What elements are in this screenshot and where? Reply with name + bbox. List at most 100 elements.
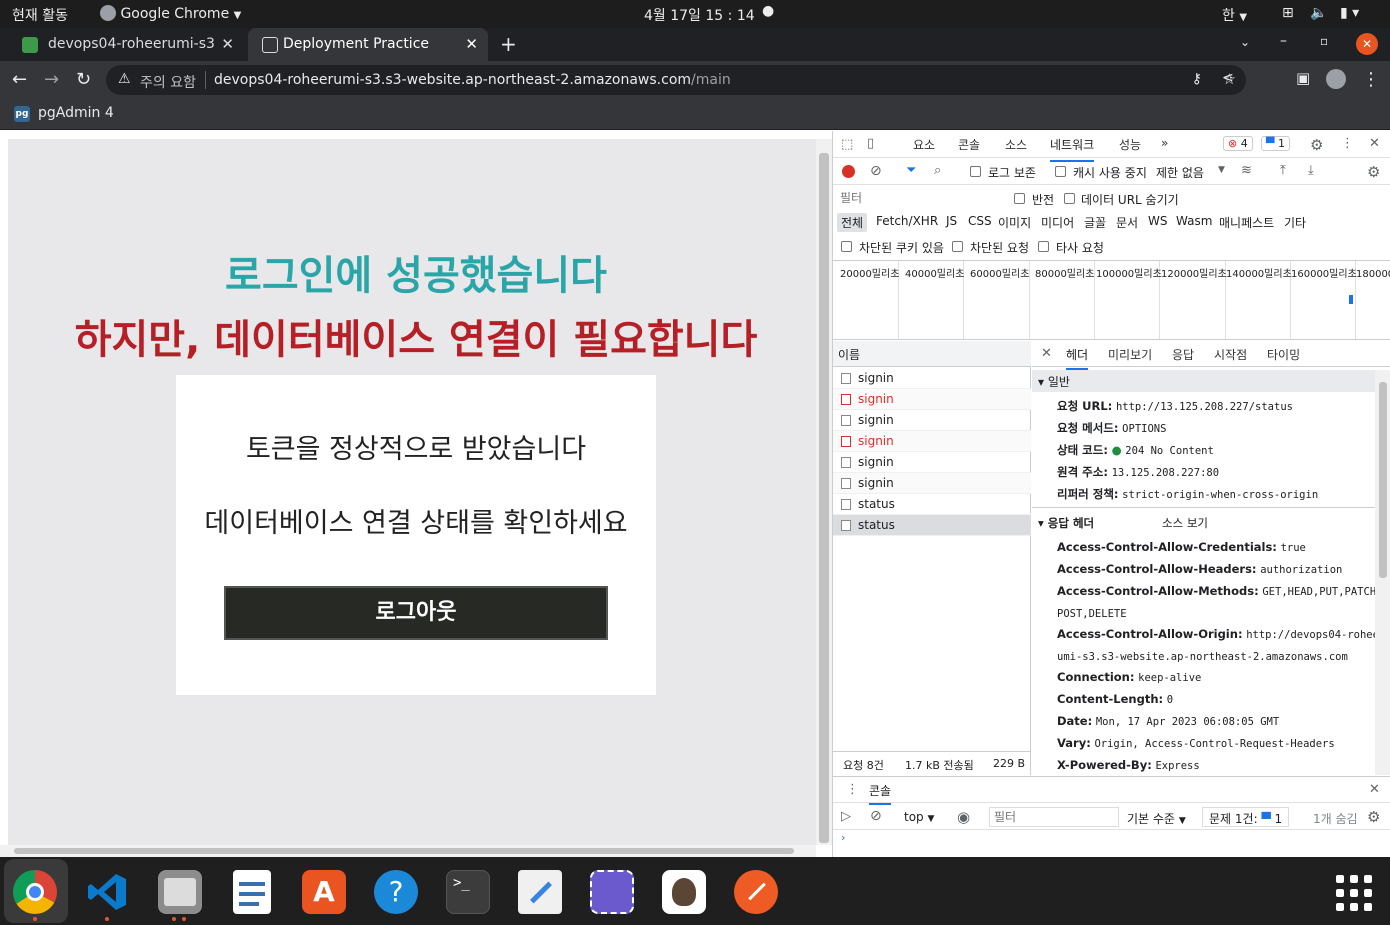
clear-console-icon[interactable]: ⊘ xyxy=(870,808,882,824)
network-icon[interactable]: ⊞ xyxy=(1282,5,1294,21)
filter-type-all[interactable]: 전체 xyxy=(837,213,868,232)
back-icon[interactable]: ← xyxy=(12,69,27,90)
battery-icon[interactable]: ▮ ▾ xyxy=(1340,5,1359,21)
more-tabs-icon[interactable]: » xyxy=(1161,136,1168,150)
activities-button[interactable]: 현재 활동 xyxy=(12,5,68,25)
address-bar[interactable]: ⚠ 주의 요함 devops04-roheerumi-s3.s3-website… xyxy=(106,65,1246,95)
new-tab-icon[interactable]: + xyxy=(500,32,517,56)
bookmark-pgadmin[interactable]: pgAdmin 4 xyxy=(38,105,114,121)
filter-type-doc[interactable]: 문서 xyxy=(1116,214,1138,231)
filter-type-fetch[interactable]: Fetch/XHR xyxy=(876,214,938,228)
search-icon[interactable]: ⌕ xyxy=(934,163,941,178)
record-icon[interactable] xyxy=(842,165,855,178)
clear-icon[interactable]: ⊘ xyxy=(870,163,882,179)
scroll-thumb[interactable] xyxy=(14,848,794,854)
reload-icon[interactable]: ↻ xyxy=(76,69,91,90)
kebab-menu-icon[interactable]: ⋮ xyxy=(1362,69,1380,90)
general-section-header[interactable]: ▾ 일반 xyxy=(1032,370,1375,392)
name-column-header[interactable]: 이름 xyxy=(833,341,1031,367)
request-row[interactable]: signin xyxy=(833,368,1031,389)
messages-badge[interactable]: ▀ 1 xyxy=(1261,136,1290,151)
hide-data-urls-checkbox[interactable] xyxy=(1064,193,1075,204)
side-panel-icon[interactable]: ▣ xyxy=(1296,69,1310,87)
profile-avatar[interactable] xyxy=(1326,69,1346,89)
filter-type-media[interactable]: 미디어 xyxy=(1041,214,1074,231)
network-overview-timeline[interactable]: 20000밀리초 40000밀리초 60000밀리초 80000밀리초 1000… xyxy=(833,261,1390,340)
filter-type-manifest[interactable]: 매니페스트 xyxy=(1219,214,1274,231)
detail-scrollbar[interactable] xyxy=(1375,370,1390,775)
inspect-element-icon[interactable]: ⬚ xyxy=(841,137,853,152)
request-row[interactable]: status xyxy=(833,494,1031,515)
close-devtools-icon[interactable]: ✕ xyxy=(1369,136,1380,151)
terminal-icon[interactable]: >_ xyxy=(446,870,490,914)
tab-console[interactable]: 콘솔 xyxy=(958,136,980,153)
drawer-menu-icon[interactable]: ⋮ xyxy=(846,782,859,797)
chrome-icon[interactable] xyxy=(13,870,57,914)
import-har-icon[interactable]: ⤒ xyxy=(1280,163,1286,178)
invert-checkbox[interactable] xyxy=(1014,193,1025,204)
tab-elements[interactable]: 요소 xyxy=(913,136,935,153)
security-warning[interactable]: 주의 요함 xyxy=(140,72,196,92)
third-party-checkbox[interactable] xyxy=(1038,241,1049,252)
blocked-cookies-checkbox[interactable] xyxy=(841,241,852,252)
tab-initiator[interactable]: 시작점 xyxy=(1214,346,1247,363)
dbeaver-icon[interactable] xyxy=(662,870,706,914)
network-settings-icon[interactable]: ⚙ xyxy=(1367,163,1380,181)
scroll-thumb[interactable] xyxy=(819,153,829,843)
scroll-thumb[interactable] xyxy=(1379,382,1387,578)
filter-type-wasm[interactable]: Wasm xyxy=(1176,214,1212,228)
tab-deployment-practice[interactable]: Deployment Practice ✕ xyxy=(248,28,488,61)
live-expression-eye-icon[interactable]: ◉ xyxy=(957,808,970,826)
tab-preview[interactable]: 미리보기 xyxy=(1108,346,1152,363)
request-row[interactable]: signin xyxy=(833,452,1031,473)
request-row[interactable]: signin xyxy=(833,389,1031,410)
drawer-tab-console[interactable]: 콘솔 xyxy=(869,782,892,805)
console-filter-input[interactable] xyxy=(989,807,1119,827)
document-viewer-icon[interactable] xyxy=(233,870,271,914)
log-levels-select[interactable]: 기본 수준 ▼ xyxy=(1127,810,1186,827)
export-har-icon[interactable]: ⤓ xyxy=(1308,163,1314,178)
throttling-select[interactable]: 제한 없음 xyxy=(1156,164,1204,181)
warning-icon[interactable]: ⚠ xyxy=(118,71,131,87)
close-window-icon[interactable]: ✕ xyxy=(1356,33,1378,55)
minimize-icon[interactable]: – xyxy=(1280,33,1287,49)
device-toolbar-icon[interactable]: ▯ xyxy=(867,136,874,151)
blocked-requests-checkbox[interactable] xyxy=(952,241,963,252)
filter-icon[interactable]: ⏷ xyxy=(906,163,916,178)
share-icon[interactable]: ⋖ xyxy=(1222,70,1234,86)
tab-sources[interactable]: 소스 xyxy=(1005,136,1027,153)
vertical-scrollbar[interactable] xyxy=(816,139,832,845)
filter-type-font[interactable]: 글꼴 xyxy=(1084,214,1106,231)
settings-gear-icon[interactable]: ⚙ xyxy=(1310,136,1323,154)
close-drawer-icon[interactable]: ✕ xyxy=(1369,782,1380,797)
postman-icon[interactable] xyxy=(734,870,778,914)
tab-search-icon[interactable]: ⌄ xyxy=(1240,35,1250,49)
help-icon[interactable]: ? xyxy=(374,870,418,914)
tab-headers[interactable]: 헤더 xyxy=(1066,346,1089,370)
filter-type-css[interactable]: CSS xyxy=(968,214,992,228)
close-tab-icon[interactable]: ✕ xyxy=(465,35,478,53)
context-selector[interactable]: top ▼ xyxy=(904,810,934,824)
kebab-menu-icon[interactable]: ⋮ xyxy=(1341,136,1354,151)
close-tab-icon[interactable]: ✕ xyxy=(221,35,234,53)
maximize-icon[interactable]: ▫ xyxy=(1320,34,1328,48)
volume-icon[interactable]: 🔈 xyxy=(1310,5,1327,21)
tab-response[interactable]: 응답 xyxy=(1172,346,1194,363)
show-apps-grid-icon[interactable] xyxy=(1336,875,1372,911)
console-settings-icon[interactable]: ⚙ xyxy=(1367,808,1380,826)
request-row[interactable]: signin xyxy=(833,431,1031,452)
disable-cache-checkbox[interactable] xyxy=(1055,166,1066,177)
issues-button[interactable]: 문제 1건: ▀ 1 xyxy=(1202,807,1290,827)
text-editor-icon[interactable] xyxy=(518,870,562,914)
filter-type-other[interactable]: 기타 xyxy=(1284,214,1306,231)
request-row[interactable]: signin xyxy=(833,410,1031,431)
key-icon[interactable]: ⚷ xyxy=(1192,71,1202,87)
console-prompt-icon[interactable]: › xyxy=(841,831,845,844)
tab-performance[interactable]: 성능 xyxy=(1119,136,1141,153)
request-row-selected[interactable]: status xyxy=(833,515,1031,536)
tab-s3-console[interactable]: devops04-roheerumi-s3 - S ✕ xyxy=(8,28,244,61)
sidebar-toggle-icon[interactable]: ▷ xyxy=(841,809,851,824)
network-conditions-icon[interactable]: ≋ xyxy=(1241,163,1252,178)
screenshot-icon[interactable] xyxy=(590,870,634,914)
response-headers-section-header[interactable]: ▾ 응답 헤더 xyxy=(1038,515,1094,531)
